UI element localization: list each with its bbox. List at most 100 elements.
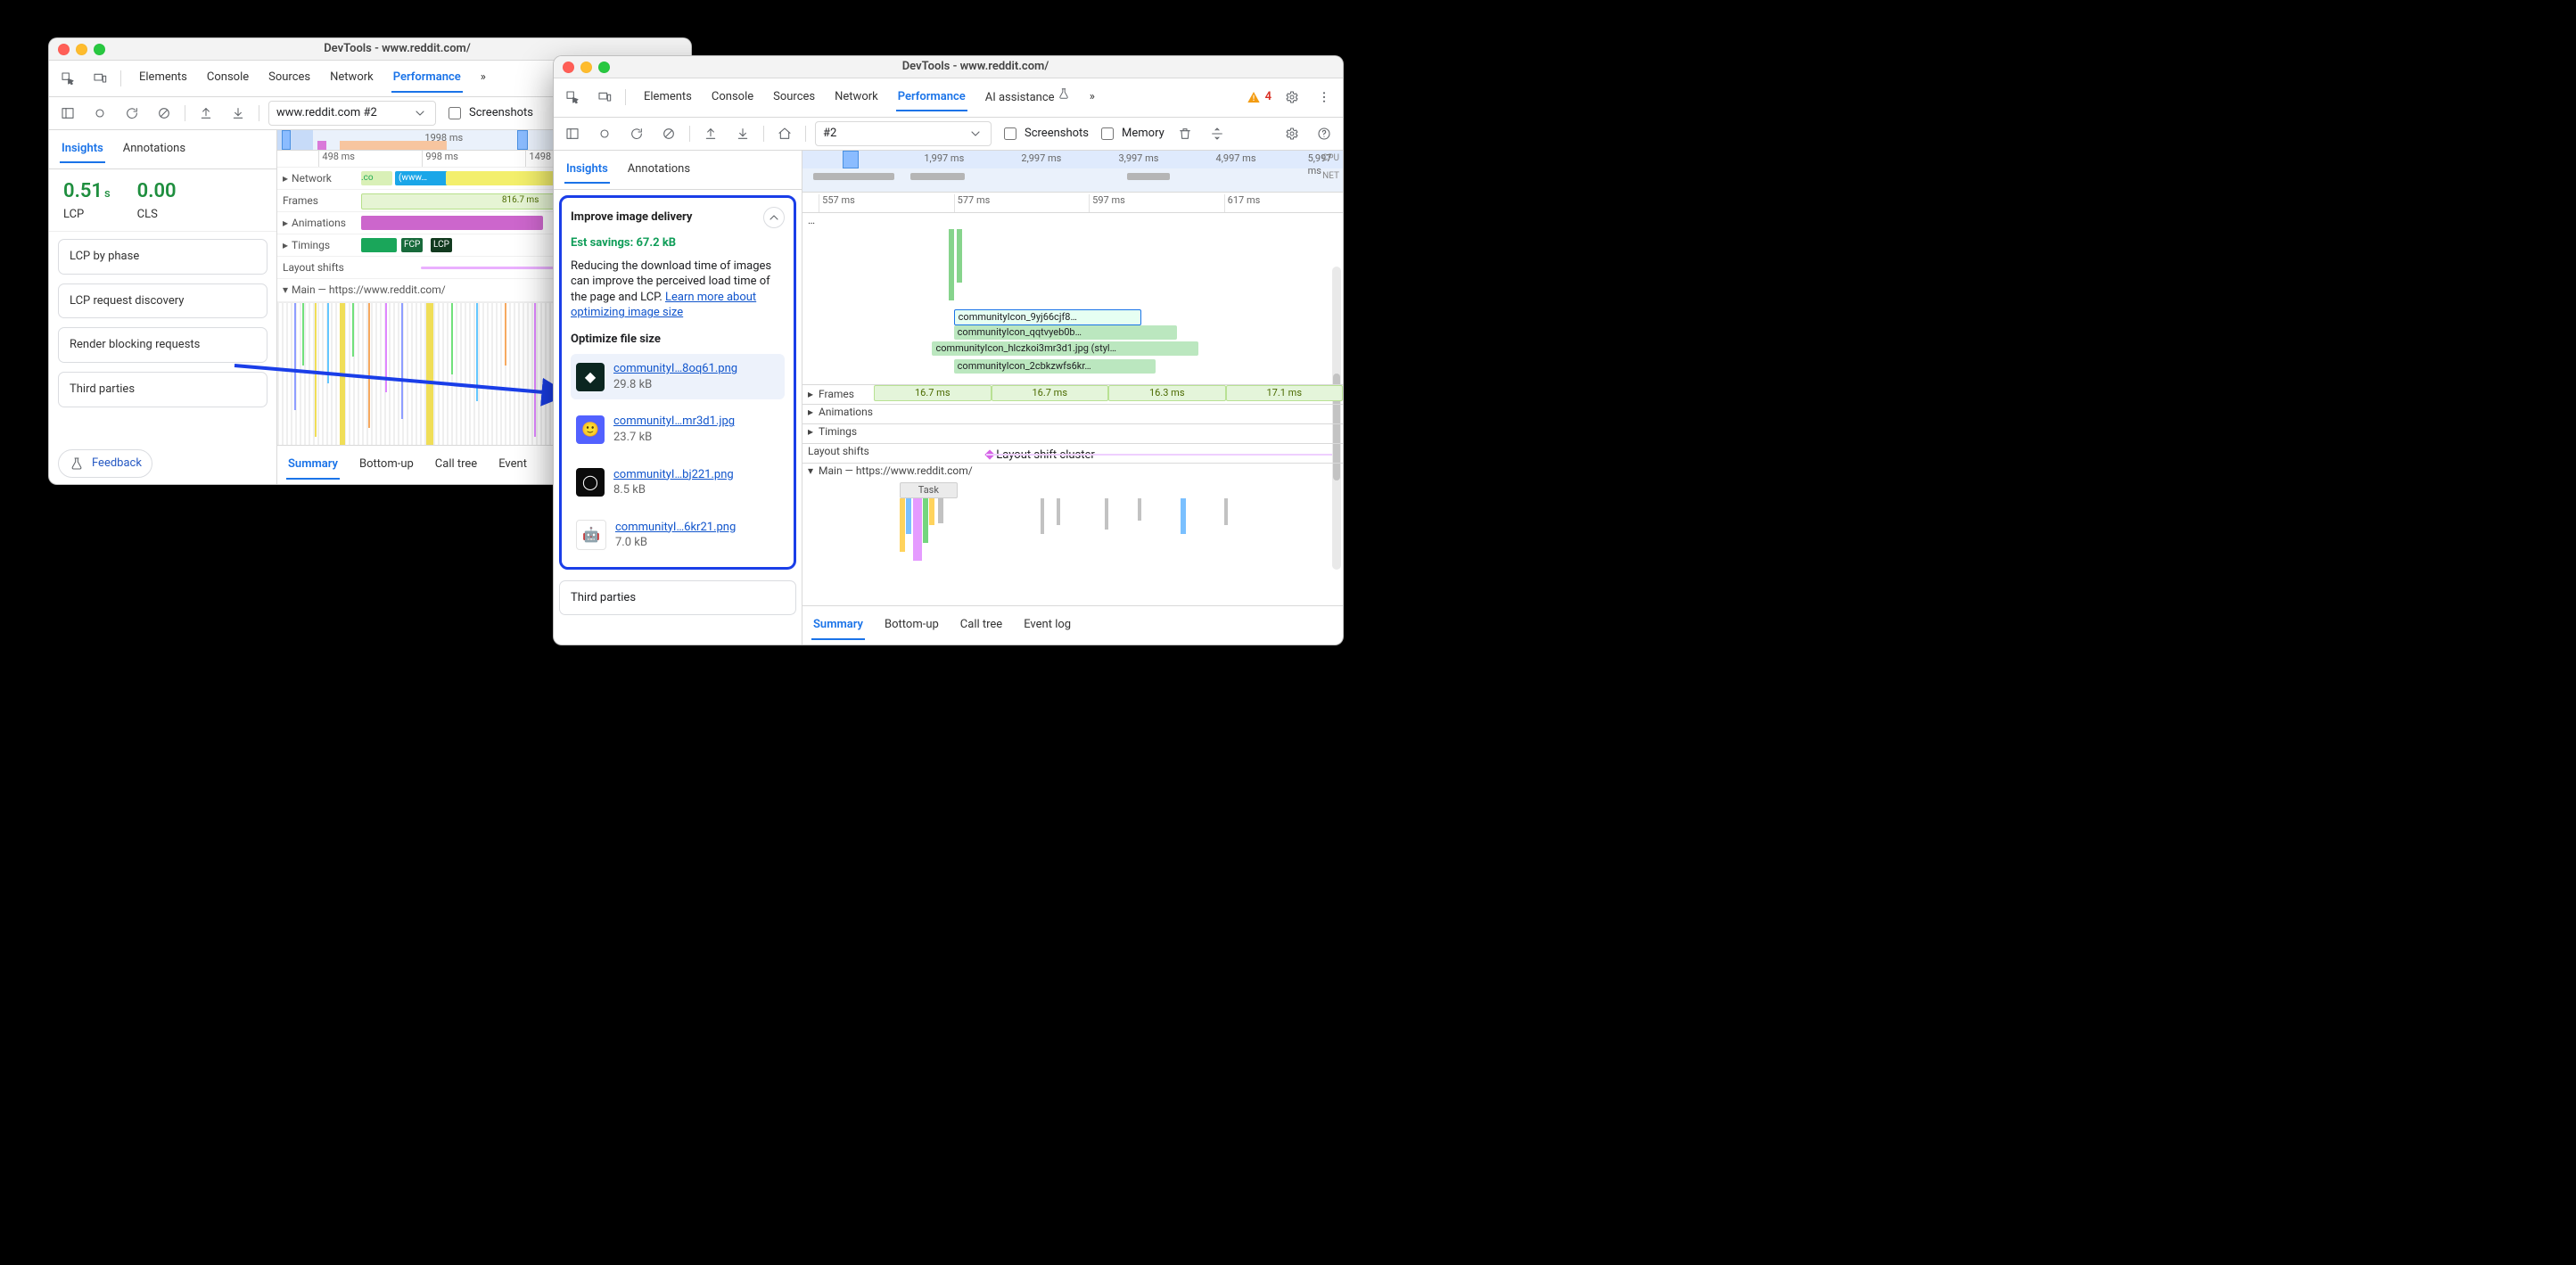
dock-icon[interactable] [561,122,584,145]
opt-filename[interactable]: communityI…bj221.png [613,467,734,483]
expand-icon[interactable]: ▸ [808,405,813,419]
device-icon[interactable] [593,86,616,109]
insight-lcp-request-discovery[interactable]: LCP request discovery [58,283,267,319]
traffic-lights[interactable] [563,62,610,73]
seg-network[interactable]: .co [361,171,392,185]
expand-icon[interactable]: ▸ [808,387,813,401]
seg-file[interactable]: communityIcon_hlczkoi3mr3d1.jpg (styl… [932,341,1198,356]
subtab-insights[interactable]: Insights [60,136,105,164]
divider-icon[interactable] [1206,122,1229,145]
seg[interactable] [938,498,943,523]
details-tab-summary[interactable]: Summary [811,612,865,640]
tabs-overflow-icon[interactable]: » [1088,84,1097,112]
seg-frame[interactable]: 16.7 ms [874,385,992,401]
insight-render-blocking[interactable]: Render blocking requests [58,327,267,363]
seg-timing[interactable] [361,238,397,252]
tab-network[interactable]: Network [328,64,375,93]
expand-icon[interactable]: ▸ [808,424,813,439]
insight-lcp-by-phase[interactable]: LCP by phase [58,239,267,275]
seg-frame[interactable]: 17.1 ms [1226,385,1344,401]
tab-performance[interactable]: Performance [391,64,463,93]
seg[interactable] [913,498,922,561]
screenshots-checkbox[interactable]: Screenshots [445,104,533,122]
seg[interactable] [923,498,928,543]
tab-network[interactable]: Network [833,84,880,112]
capture-settings-icon[interactable] [1280,122,1304,145]
details-tab-bottomup[interactable]: Bottom-up [883,612,941,640]
expand-icon[interactable]: ▸ [283,171,288,185]
tab-ai-assistance[interactable]: AI assistance [983,82,1072,113]
settings-icon[interactable] [1280,86,1304,109]
seg[interactable] [1041,498,1044,534]
home-icon[interactable] [773,122,796,145]
opt-item[interactable]: 🤖 communityI…6kr21.png 7.0 kB [571,513,785,558]
record-icon[interactable] [593,122,616,145]
zoom-dot-icon[interactable] [94,44,105,55]
recording-select[interactable]: #2 [815,121,992,146]
seg-file-selected[interactable]: communityIcon_9yj66cjf8… [954,309,1141,325]
overview-minimap[interactable]: 1,997 ms 2,997 ms 3,997 ms 4,997 ms 5,99… [802,151,1343,193]
close-dot-icon[interactable] [563,62,574,73]
issues-count[interactable]: 4 [1246,89,1272,105]
details-tab-event[interactable]: Event [497,451,529,480]
collapse-icon[interactable]: ▾ [283,283,288,297]
opt-item[interactable]: 🙂 communityI…mr3d1.jpg 23.7 kB [571,407,785,452]
reload-icon[interactable] [625,122,648,145]
device-icon[interactable] [88,67,111,90]
tabs-overflow-icon[interactable]: » [479,64,488,93]
details-tab-summary[interactable]: Summary [286,451,340,480]
seg-file[interactable]: communityIcon_2cbkzwfs6kr… [954,359,1156,374]
overflow-dots-icon[interactable]: … [808,213,815,227]
inspect-icon[interactable] [561,86,584,109]
screenshots-checkbox-input[interactable] [1004,127,1016,140]
details-tab-bottomup[interactable]: Bottom-up [358,451,416,480]
inspect-icon[interactable] [56,67,79,90]
more-icon[interactable] [1313,86,1336,109]
reload-icon[interactable] [120,102,144,125]
flamechart[interactable]: … communityIcon_9yj66cjf8… communityIcon… [802,213,1343,606]
tab-console[interactable]: Console [205,64,251,93]
traffic-lights[interactable] [58,44,105,55]
collapse-button[interactable] [763,207,785,228]
upload-icon[interactable] [699,122,722,145]
opt-item[interactable]: ◯ communityI…bj221.png 8.5 kB [571,460,785,505]
expand-icon[interactable]: ▸ [283,238,288,252]
seg-frame[interactable]: 16.7 ms [992,385,1109,401]
dock-icon[interactable] [56,102,79,125]
seg[interactable] [1105,498,1108,530]
insight-third-parties[interactable]: Third parties [559,580,796,616]
seg-lcp[interactable]: LCP [431,238,452,252]
trash-icon[interactable] [1173,122,1197,145]
clear-icon[interactable] [152,102,176,125]
subtab-annotations[interactable]: Annotations [121,136,187,164]
seg[interactable] [1057,498,1060,525]
details-tab-eventlog[interactable]: Event log [1022,612,1073,640]
tab-console[interactable]: Console [710,84,755,112]
memory-checkbox[interactable]: Memory [1098,125,1165,143]
screenshots-checkbox[interactable]: Screenshots [1000,125,1089,143]
opt-item[interactable]: ◆ communityI…8oq61.png 29.8 kB [571,354,785,399]
seg[interactable] [906,498,911,534]
opt-filename[interactable]: communityI…8oq61.png [613,361,737,377]
seg-file[interactable]: communityIcon_qqtvyeb0b… [954,325,1177,340]
expand-icon[interactable]: ▸ [283,216,288,230]
tab-elements[interactable]: Elements [137,64,189,93]
seg[interactable] [957,229,962,283]
memory-checkbox-input[interactable] [1101,127,1114,140]
seg[interactable] [929,498,934,525]
screenshots-checkbox-input[interactable] [449,107,461,119]
tab-sources[interactable]: Sources [267,64,312,93]
details-tab-calltree[interactable]: Call tree [959,612,1004,640]
seg-fcp[interactable]: FCP [401,238,423,252]
opt-filename[interactable]: communityI…6kr21.png [615,520,736,536]
seg[interactable] [1224,498,1228,525]
details-tab-calltree[interactable]: Call tree [433,451,479,480]
download-icon[interactable] [226,102,250,125]
close-dot-icon[interactable] [58,44,70,55]
subtab-annotations[interactable]: Annotations [626,156,692,185]
seg[interactable] [1181,498,1186,534]
seg-animation[interactable] [361,216,543,230]
time-ruler[interactable]: 557 ms 577 ms 597 ms 617 ms [802,193,1343,213]
minimize-dot-icon[interactable] [580,62,592,73]
recording-select[interactable]: www.reddit.com #2 [268,101,436,126]
